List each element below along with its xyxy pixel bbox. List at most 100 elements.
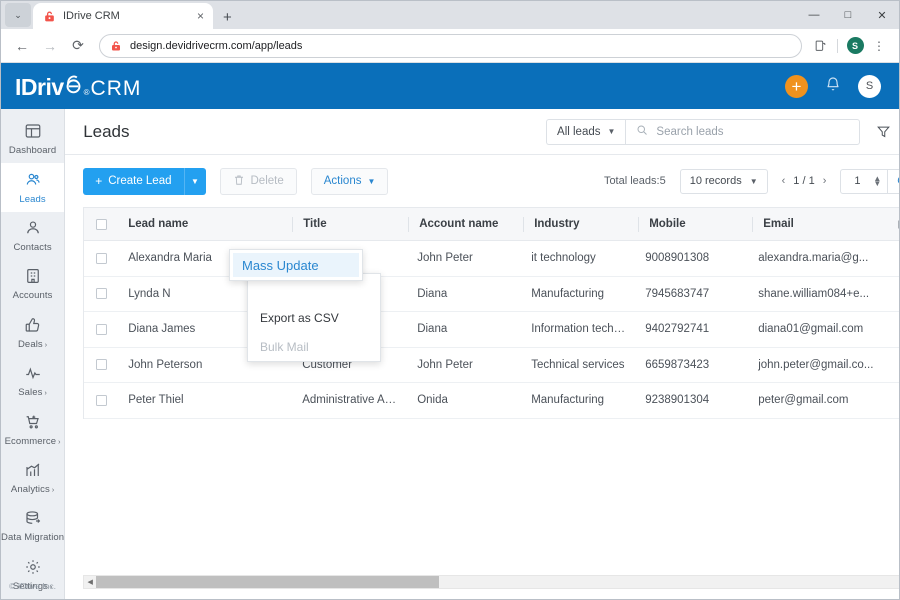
cell-account-name: Diana: [407, 323, 521, 335]
column-settings-icon[interactable]: [883, 218, 899, 231]
create-lead-dropdown-button[interactable]: ▼: [184, 168, 206, 195]
table-row[interactable]: Peter Thiel Administrative Assist... Oni…: [84, 383, 899, 419]
cell-industry: Manufacturing: [521, 288, 635, 300]
sidebar-item-leads[interactable]: Leads: [1, 163, 64, 211]
label-text: Analytics: [11, 484, 50, 495]
search-input[interactable]: Search leads: [625, 119, 860, 145]
forward-icon[interactable]: →: [37, 33, 63, 59]
idrive-crm-logo[interactable]: IDriv ® CRM: [15, 72, 141, 101]
actions-dropdown-button[interactable]: Actions ▼: [311, 168, 389, 195]
menu-item-mass-update[interactable]: Mass Update: [229, 249, 363, 281]
avatar-initial: S: [847, 37, 864, 54]
quick-add-button[interactable]: +: [785, 75, 808, 98]
row-checkbox[interactable]: [84, 395, 118, 406]
funnel-filter-icon[interactable]: [874, 123, 892, 141]
scrollbar-track[interactable]: [96, 576, 899, 588]
row-checkbox[interactable]: [84, 324, 118, 335]
chevron-down-icon: ⌄: [14, 10, 22, 21]
close-icon[interactable]: ×: [194, 10, 207, 22]
table-row[interactable]: John Peterson Customer John Peter Techni…: [84, 348, 899, 384]
number-stepper[interactable]: ▲ ▼: [873, 176, 887, 186]
create-lead-button[interactable]: + Create Lead: [83, 168, 183, 195]
page-navigation: ‹ 1 / 1 ›: [782, 175, 827, 187]
sidebar-item-deals[interactable]: Deals›: [1, 309, 64, 357]
address-bar[interactable]: design.devidrivecrm.com/app/leads: [99, 34, 802, 58]
label-text: Sales: [18, 387, 42, 398]
next-page-button[interactable]: ›: [823, 175, 827, 187]
row-checkbox[interactable]: [84, 288, 118, 299]
records-per-page-dropdown[interactable]: 10 records ▼: [680, 169, 768, 194]
chevron-right-icon: ›: [45, 342, 47, 349]
profile-avatar[interactable]: S: [843, 34, 867, 58]
sidebar-item-label: Analytics›: [11, 484, 54, 495]
browser-tab[interactable]: IDrive CRM ×: [33, 3, 213, 29]
table-row[interactable]: Diana James Manager Diana Information te…: [84, 312, 899, 348]
split-screen-icon[interactable]: [808, 34, 832, 58]
menu-item-export-as-csv[interactable]: Export as CSV: [248, 303, 380, 332]
browser-menu-icon[interactable]: ⋮: [867, 34, 891, 58]
action-bar: + Create Lead ▼ Delete: [65, 155, 899, 207]
cell-mobile: 6659873423: [635, 359, 748, 371]
back-icon[interactable]: ←: [9, 33, 35, 59]
delete-button: Delete: [220, 168, 297, 195]
scroll-left-arrow-icon[interactable]: ◀: [84, 578, 96, 586]
reload-icon[interactable]: ⟳: [65, 33, 91, 59]
scrollbar-thumb[interactable]: [96, 576, 438, 588]
sidebar-item-contacts[interactable]: Contacts: [1, 212, 64, 260]
checkbox-box: [96, 253, 107, 264]
goto-page-input[interactable]: 1: [841, 175, 873, 187]
sidebar-item-accounts[interactable]: Accounts: [1, 260, 64, 308]
sidebar-item-label: Ecommerce›: [5, 436, 61, 447]
select-all-checkbox[interactable]: [84, 219, 118, 230]
cell-industry: it technology: [521, 252, 635, 264]
logo-text-idrive: IDriv: [15, 74, 64, 101]
column-header-account-name[interactable]: Account name: [409, 218, 523, 230]
minimize-icon[interactable]: —: [797, 1, 831, 29]
sidebar-item-sales[interactable]: Sales›: [1, 357, 64, 405]
app-header: IDriv ® CRM +: [1, 63, 899, 109]
page-viewport: IDriv ® CRM +: [1, 63, 899, 599]
sidebar-item-dashboard[interactable]: Dashboard: [1, 115, 64, 163]
new-tab-button[interactable]: +: [223, 10, 232, 25]
horizontal-scrollbar[interactable]: ◀ ▶: [83, 575, 899, 589]
dashboard-icon: [24, 122, 42, 140]
sidebar-item-ecommerce[interactable]: Ecommerce›: [1, 405, 64, 453]
column-header-mobile[interactable]: Mobile: [639, 218, 752, 230]
stepper-down-icon[interactable]: ▼: [873, 181, 881, 186]
bell-icon[interactable]: [825, 76, 841, 97]
logo-text-crm: CRM: [91, 77, 142, 101]
user-avatar[interactable]: S: [858, 75, 881, 98]
cell-industry: Manufacturing: [521, 394, 635, 406]
window-close-icon[interactable]: ✕: [865, 1, 899, 29]
records-per-page-label: 10 records: [690, 175, 742, 187]
analytics-icon: [24, 461, 42, 479]
column-header-email[interactable]: Email: [753, 218, 883, 230]
checkbox-box: [96, 395, 107, 406]
total-leads-label: Total leads:: [604, 175, 660, 187]
sidebar-item-label: Deals›: [18, 339, 47, 350]
table-row[interactable]: Lynda N Admin Diana Manufacturing 794568…: [84, 277, 899, 313]
column-header-title[interactable]: Title: [293, 218, 408, 230]
prev-page-button[interactable]: ‹: [782, 175, 786, 187]
cell-title: Administrative Assist...: [292, 394, 407, 406]
sidebar-item-data-migration[interactable]: Data Migration: [1, 502, 64, 550]
page-toolbar: All leads ▼ Search leads: [546, 119, 899, 145]
tab-search-button[interactable]: ⌄: [5, 3, 31, 27]
view-filter-dropdown[interactable]: All leads ▼: [546, 119, 625, 145]
menu-item-bulk-mail: Bulk Mail: [248, 332, 380, 361]
row-checkbox[interactable]: [84, 359, 118, 370]
sidebar-item-analytics[interactable]: Analytics›: [1, 454, 64, 502]
actions-label: Actions: [324, 175, 362, 187]
checkbox-box: [96, 219, 107, 230]
table-row[interactable]: Alexandra Maria John Peter it technology…: [84, 241, 899, 277]
column-header-industry[interactable]: Industry: [524, 218, 638, 230]
chevron-right-icon: ›: [52, 487, 54, 494]
page-title: Leads: [83, 122, 129, 142]
sidebar-item-settings[interactable]: Settings›: [1, 551, 64, 599]
cell-email: john.peter@gmail.co...: [748, 359, 883, 371]
maximize-icon[interactable]: □: [831, 1, 865, 29]
browser-toolbar: ← → ⟳ design.devidrivecrm.com/app/leads: [1, 29, 899, 63]
go-button[interactable]: GO: [887, 170, 899, 193]
row-checkbox[interactable]: [84, 253, 118, 264]
column-header-lead-name[interactable]: Lead name: [118, 218, 292, 230]
